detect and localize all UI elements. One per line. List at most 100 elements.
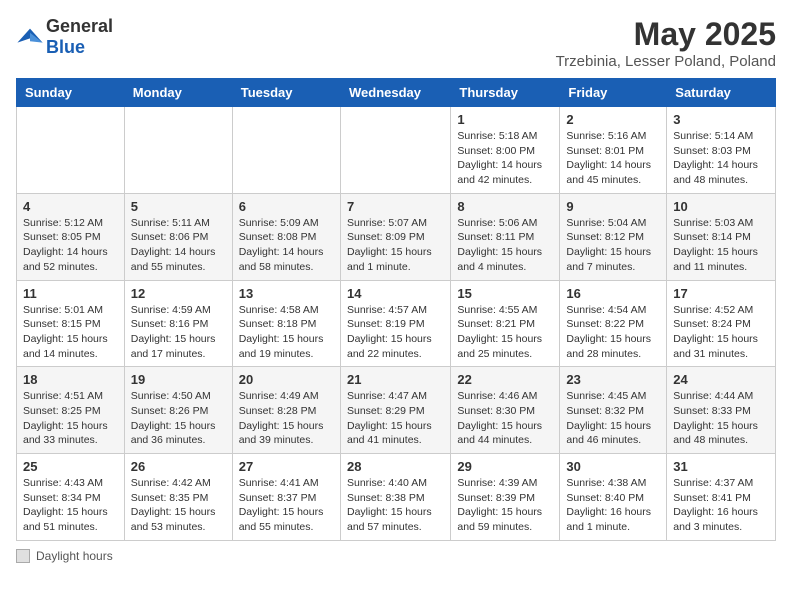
- logo-blue: Blue: [46, 37, 85, 57]
- day-info: Sunrise: 4:46 AM Sunset: 8:30 PM Dayligh…: [457, 389, 553, 448]
- day-info: Sunrise: 4:41 AM Sunset: 8:37 PM Dayligh…: [239, 476, 334, 535]
- day-info: Sunrise: 5:01 AM Sunset: 8:15 PM Dayligh…: [23, 303, 118, 362]
- day-info: Sunrise: 5:03 AM Sunset: 8:14 PM Dayligh…: [673, 216, 769, 275]
- day-info: Sunrise: 5:09 AM Sunset: 8:08 PM Dayligh…: [239, 216, 334, 275]
- day-number: 28: [347, 459, 444, 474]
- col-header-thursday: Thursday: [451, 79, 560, 107]
- calendar-cell: 15 Sunrise: 4:55 AM Sunset: 8:21 PM Dayli…: [451, 280, 560, 367]
- calendar-cell: 20 Sunrise: 4:49 AM Sunset: 8:28 PM Dayli…: [232, 367, 340, 454]
- calendar-cell: 22 Sunrise: 4:46 AM Sunset: 8:30 PM Dayli…: [451, 367, 560, 454]
- calendar-cell: 21 Sunrise: 4:47 AM Sunset: 8:29 PM Dayli…: [340, 367, 450, 454]
- day-info: Sunrise: 5:04 AM Sunset: 8:12 PM Dayligh…: [566, 216, 660, 275]
- calendar-cell: 29Sunrise: 4:39 AM Sunset: 8:39 PM Dayli…: [451, 454, 560, 541]
- day-number: 7: [347, 199, 444, 214]
- day-info: Sunrise: 5:07 AM Sunset: 8:09 PM Dayligh…: [347, 216, 444, 275]
- day-number: 11: [23, 286, 118, 301]
- day-number: 4: [23, 199, 118, 214]
- col-header-tuesday: Tuesday: [232, 79, 340, 107]
- day-number: 2: [566, 112, 660, 127]
- calendar-cell: 26 Sunrise: 4:42 AM Sunset: 8:35 PM Dayli…: [124, 454, 232, 541]
- day-number: 17: [673, 286, 769, 301]
- calendar-cell: 2 Sunrise: 5:16 AM Sunset: 8:01 PM Daylig…: [560, 107, 667, 194]
- calendar-cell: 8 Sunrise: 5:06 AM Sunset: 8:11 PM Daylig…: [451, 193, 560, 280]
- day-info: Sunrise: 5:18 AM Sunset: 8:00 PM Dayligh…: [457, 129, 553, 188]
- day-number: 29: [457, 459, 553, 474]
- calendar-cell: 14 Sunrise: 4:57 AM Sunset: 8:19 PM Dayli…: [340, 280, 450, 367]
- day-info: Sunrise: 4:49 AM Sunset: 8:28 PM Dayligh…: [239, 389, 334, 448]
- day-number: 5: [131, 199, 226, 214]
- day-number: 1: [457, 112, 553, 127]
- day-number: 21: [347, 372, 444, 387]
- logo-icon: [16, 23, 44, 51]
- day-info: Sunrise: 4:40 AM Sunset: 8:38 PM Dayligh…: [347, 476, 444, 535]
- legend-label: Daylight hours: [36, 549, 113, 563]
- day-number: 22: [457, 372, 553, 387]
- day-number: 13: [239, 286, 334, 301]
- calendar-cell: 17 Sunrise: 4:52 AM Sunset: 8:24 PM Dayli…: [667, 280, 776, 367]
- calendar-week-2: 4 Sunrise: 5:12 AM Sunset: 8:05 PM Daylig…: [17, 193, 776, 280]
- calendar-cell: 9 Sunrise: 5:04 AM Sunset: 8:12 PM Daylig…: [560, 193, 667, 280]
- day-info: Sunrise: 4:37 AM Sunset: 8:41 PM Dayligh…: [673, 476, 769, 535]
- day-number: 9: [566, 199, 660, 214]
- day-info: Sunrise: 4:42 AM Sunset: 8:35 PM Dayligh…: [131, 476, 226, 535]
- title-section: May 2025 Trzebinia, Lesser Poland, Polan…: [556, 16, 776, 70]
- calendar-cell: 13 Sunrise: 4:58 AM Sunset: 8:18 PM Dayli…: [232, 280, 340, 367]
- calendar-header-row: SundayMondayTuesdayWednesdayThursdayFrid…: [17, 79, 776, 107]
- calendar-cell: 31 Sunrise: 4:37 AM Sunset: 8:41 PM Dayli…: [667, 454, 776, 541]
- day-info: Sunrise: 4:43 AM Sunset: 8:34 PM Dayligh…: [23, 476, 118, 535]
- day-number: 25: [23, 459, 118, 474]
- col-header-sunday: Sunday: [17, 79, 125, 107]
- page-header: General Blue May 2025 Trzebinia, Lesser …: [16, 16, 776, 70]
- day-number: 10: [673, 199, 769, 214]
- day-info: Sunrise: 4:57 AM Sunset: 8:19 PM Dayligh…: [347, 303, 444, 362]
- day-number: 16: [566, 286, 660, 301]
- day-info: Sunrise: 5:12 AM Sunset: 8:05 PM Dayligh…: [23, 216, 118, 275]
- calendar-cell: 4 Sunrise: 5:12 AM Sunset: 8:05 PM Daylig…: [17, 193, 125, 280]
- day-info: Sunrise: 4:58 AM Sunset: 8:18 PM Dayligh…: [239, 303, 334, 362]
- day-number: 8: [457, 199, 553, 214]
- calendar-cell: 28 Sunrise: 4:40 AM Sunset: 8:38 PM Dayli…: [340, 454, 450, 541]
- day-info: Sunrise: 5:11 AM Sunset: 8:06 PM Dayligh…: [131, 216, 226, 275]
- day-info: Sunrise: 5:16 AM Sunset: 8:01 PM Dayligh…: [566, 129, 660, 188]
- col-header-friday: Friday: [560, 79, 667, 107]
- col-header-saturday: Saturday: [667, 79, 776, 107]
- calendar-week-5: 25 Sunrise: 4:43 AM Sunset: 8:34 PM Dayli…: [17, 454, 776, 541]
- day-info: Sunrise: 4:59 AM Sunset: 8:16 PM Dayligh…: [131, 303, 226, 362]
- day-info: Sunrise: 4:52 AM Sunset: 8:24 PM Dayligh…: [673, 303, 769, 362]
- calendar-cell: 12Sunrise: 4:59 AM Sunset: 8:16 PM Dayli…: [124, 280, 232, 367]
- calendar-cell: 23Sunrise: 4:45 AM Sunset: 8:32 PM Dayli…: [560, 367, 667, 454]
- calendar-cell: 11 Sunrise: 5:01 AM Sunset: 8:15 PM Dayli…: [17, 280, 125, 367]
- calendar-cell: [124, 107, 232, 194]
- day-number: 27: [239, 459, 334, 474]
- day-number: 31: [673, 459, 769, 474]
- calendar-week-3: 11 Sunrise: 5:01 AM Sunset: 8:15 PM Dayli…: [17, 280, 776, 367]
- calendar-cell: 25 Sunrise: 4:43 AM Sunset: 8:34 PM Dayli…: [17, 454, 125, 541]
- calendar-title: May 2025: [556, 16, 776, 53]
- day-number: 19: [131, 372, 226, 387]
- calendar-cell: 16Sunrise: 4:54 AM Sunset: 8:22 PM Dayli…: [560, 280, 667, 367]
- day-number: 15: [457, 286, 553, 301]
- day-info: Sunrise: 5:06 AM Sunset: 8:11 PM Dayligh…: [457, 216, 553, 275]
- calendar-cell: 7 Sunrise: 5:07 AM Sunset: 8:09 PM Daylig…: [340, 193, 450, 280]
- day-number: 14: [347, 286, 444, 301]
- calendar-cell: 19Sunrise: 4:50 AM Sunset: 8:26 PM Dayli…: [124, 367, 232, 454]
- calendar-cell: 18Sunrise: 4:51 AM Sunset: 8:25 PM Dayli…: [17, 367, 125, 454]
- day-number: 26: [131, 459, 226, 474]
- col-header-monday: Monday: [124, 79, 232, 107]
- day-number: 23: [566, 372, 660, 387]
- day-info: Sunrise: 4:38 AM Sunset: 8:40 PM Dayligh…: [566, 476, 660, 535]
- calendar-subtitle: Trzebinia, Lesser Poland, Poland: [556, 53, 776, 70]
- day-info: Sunrise: 4:55 AM Sunset: 8:21 PM Dayligh…: [457, 303, 553, 362]
- calendar-cell: [340, 107, 450, 194]
- day-info: Sunrise: 4:47 AM Sunset: 8:29 PM Dayligh…: [347, 389, 444, 448]
- calendar-cell: [17, 107, 125, 194]
- calendar-cell: 6Sunrise: 5:09 AM Sunset: 8:08 PM Daylig…: [232, 193, 340, 280]
- calendar-cell: 10 Sunrise: 5:03 AM Sunset: 8:14 PM Dayli…: [667, 193, 776, 280]
- day-number: 30: [566, 459, 660, 474]
- day-number: 24: [673, 372, 769, 387]
- logo: General Blue: [16, 16, 113, 58]
- col-header-wednesday: Wednesday: [340, 79, 450, 107]
- day-number: 20: [239, 372, 334, 387]
- day-info: Sunrise: 4:44 AM Sunset: 8:33 PM Dayligh…: [673, 389, 769, 448]
- calendar-table: SundayMondayTuesdayWednesdayThursdayFrid…: [16, 78, 776, 541]
